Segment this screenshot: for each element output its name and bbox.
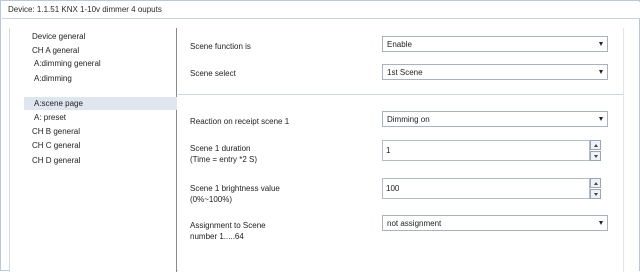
reaction-label: Reaction on receipt scene 1 [190, 117, 290, 126]
chevron-down-icon [599, 70, 603, 74]
chevron-down-icon [599, 117, 603, 121]
duration-input[interactable]: 1 [382, 140, 590, 161]
sidebar-item-a-scene-page[interactable]: A:scene page [34, 98, 83, 109]
duration-hint: (Time = entry *2 S) [190, 155, 258, 164]
scene-select-value: 1st Scene [387, 68, 423, 77]
chevron-down-icon [599, 42, 603, 46]
spin-down-icon [593, 192, 598, 196]
sidebar-item-ch-d-general[interactable]: CH D general [32, 155, 80, 166]
duration-increment-button[interactable] [590, 140, 601, 150]
assignment-hint: number 1.....64 [190, 232, 244, 241]
brightness-decrement-button[interactable] [590, 189, 601, 199]
sidebar-item-a-preset[interactable]: A: preset [34, 112, 66, 123]
duration-spinner [590, 140, 601, 161]
scene-select-dropdown[interactable]: 1st Scene [382, 64, 608, 80]
sidebar-item-device-general[interactable]: Device general [32, 31, 85, 42]
assignment-value: not assignment [387, 219, 442, 228]
sidebar-item-a-dimming-general[interactable]: A:dimming general [34, 58, 101, 69]
panel-right-edge [623, 28, 639, 272]
scene-function-value: Enable [387, 40, 412, 49]
brightness-hint: (0%~100%) [190, 195, 233, 204]
sidebar-item-ch-a-general[interactable]: CH A general [32, 45, 79, 56]
brightness-label: Scene 1 brightness value [190, 184, 280, 193]
chevron-down-icon [599, 221, 603, 225]
spin-up-icon [593, 181, 598, 185]
reaction-value: Dimming on [387, 115, 430, 124]
brightness-increment-button[interactable] [590, 178, 601, 188]
device-parameter-window: Device: 1.1.51 KNX 1-10v dimmer 4 ouputs… [0, 0, 640, 272]
parameter-panel: Scene function is Enable Scene select 1s… [178, 28, 623, 272]
spin-down-icon [593, 154, 598, 158]
duration-decrement-button[interactable] [590, 151, 601, 161]
reaction-select[interactable]: Dimming on [382, 111, 608, 127]
spin-up-icon [593, 143, 598, 147]
scene-function-label: Scene function is [190, 42, 251, 51]
duration-label: Scene 1 duration [190, 144, 251, 153]
brightness-spinner [590, 178, 601, 199]
window-title: Device: 1.1.51 KNX 1-10v dimmer 4 ouputs [2, 2, 640, 19]
brightness-input[interactable]: 100 [382, 178, 590, 199]
sidebar-item-ch-b-general[interactable]: CH B general [32, 126, 80, 137]
parameter-page-list: Device general CH A general A:dimming ge… [9, 28, 177, 272]
section-divider [178, 94, 623, 95]
scene-function-select[interactable]: Enable [382, 36, 608, 52]
assignment-label: Assignment to Scene [190, 221, 266, 230]
sidebar-item-ch-c-general[interactable]: CH C general [32, 140, 80, 151]
sidebar-item-a-dimming[interactable]: A:dimming [34, 73, 72, 84]
scene-select-label: Scene select [190, 69, 236, 78]
assignment-select[interactable]: not assignment [382, 215, 608, 231]
